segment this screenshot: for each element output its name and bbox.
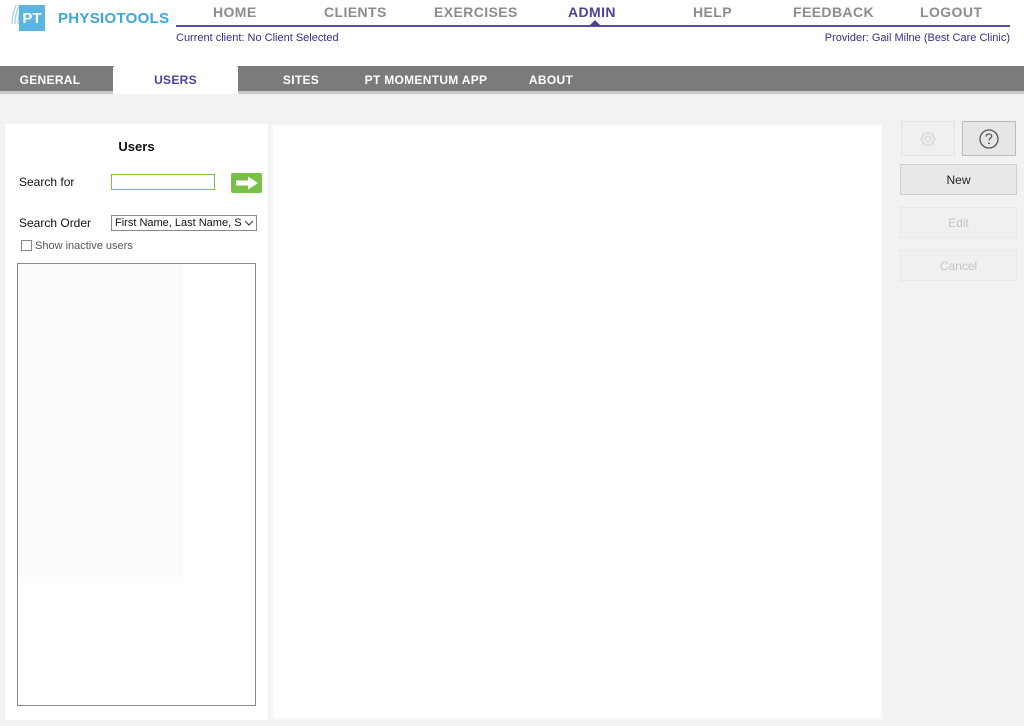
nav-clients[interactable]: CLIENTS [324,4,387,20]
app-window: PT PHYSIOTOOLS HOME CLIENTS EXERCISES AD… [0,0,1024,726]
show-inactive-checkbox[interactable] [21,240,32,251]
user-list[interactable] [17,263,256,706]
tab-general[interactable]: GENERAL [0,66,100,94]
nav-exercises[interactable]: EXERCISES [434,4,518,20]
nav-home[interactable]: HOME [213,4,257,20]
edit-button[interactable]: Edit [900,207,1017,238]
search-for-label: Search for [19,175,75,189]
cancel-button[interactable]: Cancel [900,250,1017,281]
question-circle-icon [979,128,999,149]
chevron-down-icon [242,216,256,230]
brand-name: PHYSIOTOOLS [58,9,170,27]
main-nav: HOME CLIENTS EXERCISES ADMIN HELP FEEDBA… [176,0,1010,27]
current-client-label: Current client: No Client Selected [176,32,339,44]
nav-help[interactable]: HELP [693,4,732,20]
user-details-panel [271,124,883,720]
show-inactive-label: Show inactive users [35,240,133,252]
user-list-shade [18,264,183,577]
search-order-value: First Name, Last Name, Se [115,217,242,229]
search-input[interactable] [111,174,215,190]
users-panel: Users Search for Search Order First Name… [5,124,268,720]
physiotools-logo[interactable]: PT PHYSIOTOOLS [10,2,169,34]
sub-nav: GENERAL USERS SITES PT MOMENTUM APP ABOU… [0,66,1024,94]
arrow-right-icon [235,176,258,190]
help-button[interactable] [962,121,1016,156]
nav-feedback[interactable]: FEEDBACK [793,4,874,20]
nav-admin[interactable]: ADMIN [568,4,616,20]
tab-sites[interactable]: SITES [270,66,332,94]
logo-initials: PT [19,5,45,31]
nav-logout[interactable]: LOGOUT [920,4,982,20]
settings-button[interactable] [901,121,955,156]
search-order-label: Search Order [19,216,92,230]
tab-users[interactable]: USERS [113,66,238,94]
search-order-select[interactable]: First Name, Last Name, Se [111,215,257,231]
tab-about[interactable]: ABOUT [520,66,582,94]
logo-mark: PT [10,2,50,34]
header: PT PHYSIOTOOLS HOME CLIENTS EXERCISES AD… [0,0,1024,66]
provider-label: Provider: Gail Milne (Best Care Clinic) [824,32,1010,44]
new-button[interactable]: New [900,164,1017,195]
active-nav-caret-icon [589,20,601,26]
search-go-button[interactable] [231,173,262,193]
users-panel-title: Users [118,139,155,154]
tab-pt-momentum-app[interactable]: PT MOMENTUM APP [356,66,496,94]
gear-icon [920,130,936,147]
